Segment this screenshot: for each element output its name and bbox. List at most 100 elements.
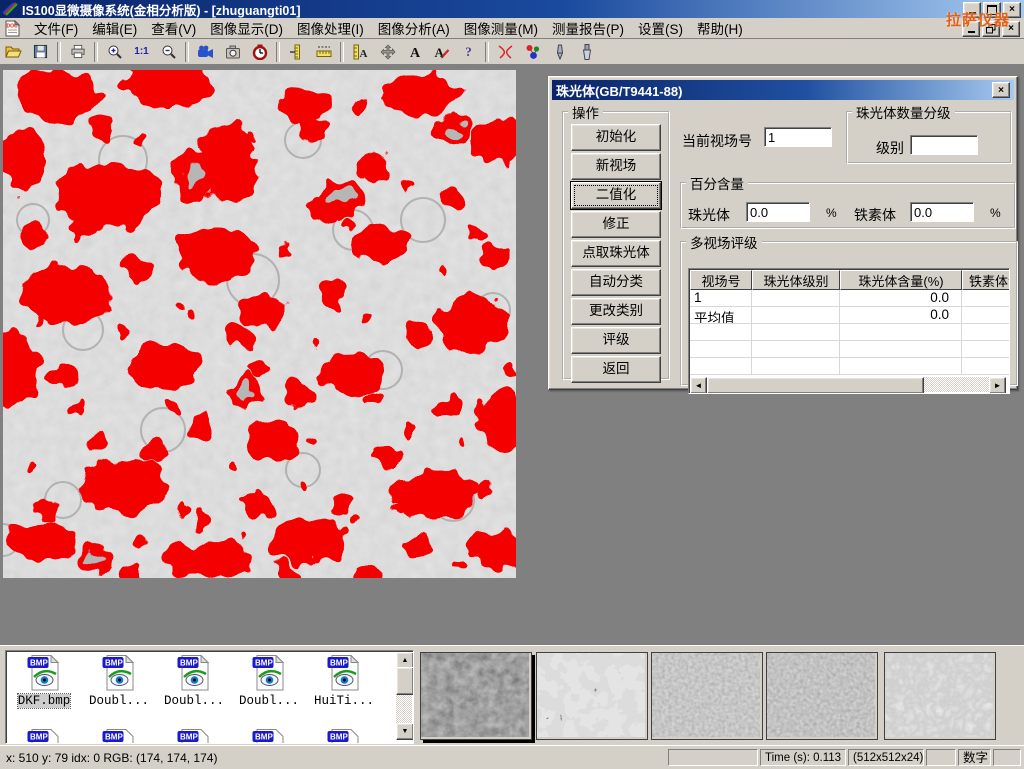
current-field-input[interactable] — [764, 127, 832, 147]
video-capture-button[interactable] — [193, 40, 218, 63]
file-browser-vscrollbar[interactable]: ▲ ▼ — [396, 652, 412, 740]
file-item[interactable]: BMP HuiTi... — [308, 655, 380, 709]
ruler-measure-button[interactable] — [311, 40, 336, 63]
file-browser[interactable]: BMP DKF.bmp BMP Doubl... BMP — [5, 650, 414, 744]
timer-button[interactable] — [247, 40, 272, 63]
file-name[interactable]: Doubl... — [89, 694, 149, 708]
col-pearlite-content[interactable]: 珠光体含量(%) — [840, 270, 962, 290]
change-class-button[interactable]: 更改类别 — [571, 298, 661, 325]
snapshot-button[interactable] — [220, 40, 245, 63]
open-file-button[interactable] — [1, 40, 26, 63]
menu-image-measure[interactable]: 图像测量(M) — [457, 16, 545, 40]
menu-image-analysis[interactable]: 图像分析(A) — [371, 16, 457, 40]
dialog-title-bar[interactable]: 珠光体(GB/T9441-88) × — [552, 80, 1014, 100]
return-button[interactable]: 返回 — [571, 356, 661, 383]
grade-field-label: 级别 — [876, 138, 904, 158]
table-row[interactable]: 平均值 0.0 — [690, 307, 1010, 324]
col-ferrite-content[interactable]: 铁素体含量(%) — [962, 270, 1010, 290]
save-button[interactable] — [28, 40, 53, 63]
status-time: Time (s): 0.113 — [760, 749, 846, 766]
binarize-button[interactable]: 二值化 — [571, 182, 661, 209]
menu-file[interactable]: 文件(F) — [27, 16, 85, 40]
menu-image-display[interactable]: 图像显示(D) — [203, 16, 290, 40]
scroll-thumb[interactable] — [396, 667, 414, 695]
file-item-partial[interactable]: BMP — [83, 729, 155, 744]
multi-field-group: 多视场评级 视场号 珠光体级别 珠光体含量(%) 铁素体含量(%) 1 — [680, 232, 1018, 386]
file-item[interactable]: BMP Doubl... — [83, 655, 155, 709]
file-item[interactable]: BMP Doubl... — [233, 655, 305, 709]
file-name[interactable]: Doubl... — [239, 694, 299, 708]
grade-input[interactable] — [910, 135, 978, 155]
restore-icon — [986, 24, 996, 34]
pan-tool-button[interactable] — [375, 40, 400, 63]
table-hscrollbar[interactable]: ◄ ► — [690, 377, 1006, 392]
child-minimize-button[interactable] — [962, 21, 980, 37]
pick-pearlite-button[interactable]: 点取珠光体 — [571, 240, 661, 267]
auto-classify-button[interactable]: 自动分类 — [571, 269, 661, 296]
file-name[interactable]: HuiTi... — [314, 694, 374, 708]
menu-settings[interactable]: 设置(S) — [631, 16, 690, 40]
new-field-button[interactable]: 新视场 — [571, 153, 661, 180]
file-item-partial[interactable]: BMP — [233, 729, 305, 744]
scroll-right-button[interactable]: ► — [989, 377, 1006, 394]
thumbnail-1[interactable] — [420, 652, 532, 740]
annotate-tool-button[interactable]: A — [429, 40, 454, 63]
table-row[interactable]: 1 0.0 — [690, 290, 1010, 307]
menu-edit[interactable]: 编辑(E) — [85, 16, 144, 40]
correct-button[interactable]: 修正 — [571, 211, 661, 238]
picker-tool-button[interactable] — [547, 40, 572, 63]
ferrite-percent-input[interactable] — [910, 202, 974, 222]
rate-button[interactable]: 评级 — [571, 327, 661, 354]
scroll-left-button[interactable]: ◄ — [690, 377, 707, 394]
calibrate-button[interactable]: A — [348, 40, 373, 63]
thumbnail-3[interactable] — [651, 652, 763, 740]
cell-field: 1 — [690, 290, 752, 307]
file-name[interactable]: DKF.bmp — [18, 694, 71, 708]
child-restore-button[interactable] — [982, 21, 1000, 37]
toolbar-separator — [485, 42, 489, 62]
scroll-down-button[interactable]: ▼ — [396, 723, 414, 740]
fill-tool-button[interactable] — [574, 40, 599, 63]
pearlite-percent-input[interactable] — [746, 202, 810, 222]
file-item[interactable]: BMP DKF.bmp — [8, 655, 80, 709]
ruler-icon — [316, 44, 332, 59]
file-item-partial[interactable]: BMP — [158, 729, 230, 744]
scroll-thumb[interactable] — [707, 377, 924, 394]
col-pearlite-grade[interactable]: 珠光体级别 — [752, 270, 840, 290]
micrograph-image[interactable] — [3, 70, 516, 578]
rating-table[interactable]: 视场号 珠光体级别 珠光体含量(%) 铁素体含量(%) 1 0.0 — [688, 268, 1010, 394]
thumbnail-5[interactable] — [884, 652, 996, 740]
file-item[interactable]: BMP Doubl... — [158, 655, 230, 709]
phase-marker-button[interactable] — [520, 40, 545, 63]
zoom-in-button[interactable] — [102, 40, 127, 63]
menu-image-processing[interactable]: 图像处理(I) — [290, 16, 371, 40]
file-name[interactable]: Doubl... — [164, 694, 224, 708]
menu-help[interactable]: 帮助(H) — [690, 16, 750, 40]
thumbnail-4[interactable] — [766, 652, 878, 740]
document-system-icon[interactable]: DOC — [4, 20, 21, 37]
pearlite-percent-label: 珠光体 — [688, 205, 730, 225]
menu-measure-report[interactable]: 测量报告(P) — [545, 16, 631, 40]
file-item-partial[interactable]: BMP — [308, 729, 380, 744]
zoom-out-button[interactable] — [156, 40, 181, 63]
curve-tool-button[interactable] — [493, 40, 518, 63]
dialog-close-button[interactable]: × — [992, 82, 1010, 98]
app-logo-icon — [2, 2, 18, 16]
menu-view[interactable]: 查看(V) — [144, 16, 203, 40]
window-close-button[interactable]: × — [1003, 2, 1021, 18]
text-tool-button[interactable]: A — [402, 40, 427, 63]
window-maximize-button[interactable] — [983, 2, 1001, 18]
window-minimize-button[interactable] — [963, 2, 981, 18]
thumbnail-2[interactable] — [536, 652, 648, 740]
print-button[interactable] — [65, 40, 90, 63]
file-item-partial[interactable]: BMP — [8, 729, 80, 744]
actual-size-button[interactable]: 1:1 — [129, 40, 154, 63]
child-close-button[interactable]: × — [1002, 21, 1020, 37]
init-button[interactable]: 初始化 — [571, 124, 661, 151]
multi-field-group-label: 多视场评级 — [686, 232, 762, 252]
svg-text:A: A — [410, 46, 421, 59]
col-field-number[interactable]: 视场号 — [690, 270, 752, 290]
caliper-measure-button[interactable] — [284, 40, 309, 63]
help-button[interactable]: ? — [456, 40, 481, 63]
scroll-track[interactable] — [924, 377, 989, 392]
